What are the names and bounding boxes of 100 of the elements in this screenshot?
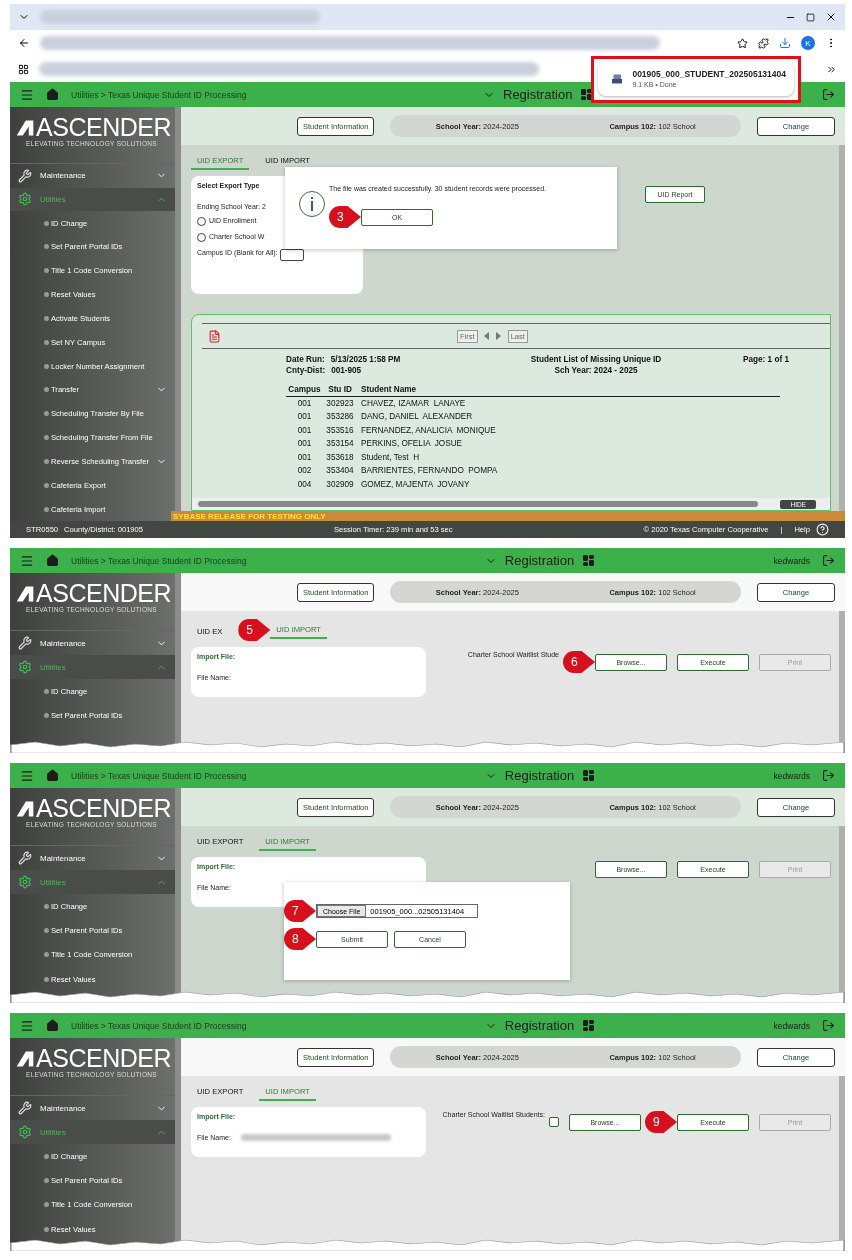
- column-header: Stu ID: [327, 384, 353, 394]
- table-cell-text: 353286: [325, 412, 355, 422]
- user-name: kedwards: [773, 770, 810, 781]
- help-icon[interactable]: [816, 523, 829, 536]
- logo-text: ASCENDER: [36, 796, 171, 821]
- step-marker: 5: [238, 619, 271, 641]
- step-marker: 7: [284, 900, 316, 922]
- table-cell-text: PERKINS, OFELIA JOSUE: [360, 439, 463, 449]
- table-cell-text: 001: [296, 412, 313, 422]
- checkbox[interactable]: [549, 1117, 559, 1127]
- logo-text: ASCENDER: [36, 581, 171, 606]
- next-icon[interactable]: [495, 332, 502, 340]
- profile-avatar[interactable]: K: [801, 36, 815, 50]
- report-title: Student List of Missing Unique ID: [529, 355, 663, 364]
- gear-icon: [18, 660, 32, 674]
- gear-icon: [18, 192, 32, 207]
- sidebar-section[interactable]: Utilities: [10, 187, 175, 212]
- sidebar-section[interactable]: Maintenance: [10, 631, 175, 655]
- table-cell-text: DANG, DANIEL ALEXANDER: [360, 412, 474, 422]
- sidebar-section[interactable]: Maintenance: [10, 1096, 175, 1120]
- radio-button[interactable]: [197, 233, 206, 242]
- table-cell-text: 002: [296, 466, 313, 476]
- logo-text: ASCENDER: [36, 1046, 171, 1071]
- table-cell-text: FERNANDEZ, ANALICIA MONIQUE: [360, 425, 497, 435]
- report-label: Cnty-Dist:: [286, 366, 326, 375]
- menu-icon[interactable]: [20, 553, 34, 568]
- gear-icon: [18, 875, 32, 889]
- step-marker: 3: [329, 206, 361, 228]
- sidebar-section[interactable]: Maintenance: [10, 164, 175, 188]
- wrench-icon: [18, 636, 32, 650]
- module-title[interactable]: Registration: [504, 553, 575, 568]
- table-cell-text: 353618: [325, 452, 355, 462]
- menu-icon[interactable]: [20, 1018, 34, 1033]
- home-icon[interactable]: [46, 769, 59, 782]
- logo-text: ASCENDER: [36, 115, 171, 140]
- file-icon: [612, 72, 623, 85]
- home-icon[interactable]: [46, 1019, 59, 1032]
- breadcrumb: Utilities > Texas Unique Student ID Processing: [71, 555, 247, 566]
- column-header: Student Name: [360, 384, 418, 394]
- dashboard-icon[interactable]: [580, 88, 594, 101]
- logout-icon[interactable]: [822, 88, 835, 101]
- wrench-icon: [18, 851, 32, 865]
- home-icon[interactable]: [46, 88, 59, 101]
- school-year: Sch Year: 2024 - 2025: [553, 366, 639, 375]
- close-icon[interactable]: [825, 11, 837, 23]
- breadcrumb: Utilities > Texas Unique Student ID Processing: [71, 770, 247, 781]
- download-file-name: 001905_000_STUDENT_202505131404: [632, 69, 786, 79]
- module-title[interactable]: Registration: [503, 87, 573, 102]
- table-cell-text: 004: [296, 479, 313, 489]
- column-header: Campus: [287, 384, 322, 394]
- table-cell-text: GOMEZ, MAJENTA JOVANY: [360, 479, 471, 489]
- home-icon[interactable]: [46, 554, 59, 567]
- extensions-icon[interactable]: [758, 37, 769, 49]
- dashboard-icon[interactable]: [582, 1019, 596, 1032]
- previous-icon[interactable]: [483, 332, 490, 340]
- pdf-icon[interactable]: [208, 329, 221, 343]
- radio-button[interactable]: [197, 217, 206, 226]
- table-cell-text: 302923: [325, 398, 355, 408]
- breadcrumb: Utilities > Texas Unique Student ID Processing: [71, 1020, 247, 1031]
- step-marker: 9: [645, 1111, 677, 1133]
- sidebar-section[interactable]: Maintenance: [10, 846, 175, 870]
- report-value: 001-905: [331, 366, 362, 375]
- sidebar-section[interactable]: Utilities: [10, 870, 175, 894]
- table-cell-text: 302909: [325, 479, 355, 489]
- sidebar-section[interactable]: Utilities: [10, 655, 175, 679]
- table-cell-text: 001: [296, 425, 313, 435]
- menu-icon[interactable]: [20, 768, 34, 783]
- back-icon[interactable]: [18, 37, 30, 49]
- logout-icon[interactable]: [822, 554, 835, 567]
- apps-icon[interactable]: [18, 63, 29, 75]
- breadcrumb: Utilities > Texas Unique Student ID Processing: [71, 89, 247, 100]
- table-cell-text: BARRIENTES, FERNANDO POMPA: [360, 466, 499, 476]
- report-value: 5/13/2025 1:58 PM: [330, 355, 401, 364]
- logout-icon[interactable]: [822, 1019, 835, 1032]
- report-label: Date Run:: [286, 355, 325, 364]
- user-name: kedwards: [773, 1020, 810, 1031]
- table-cell-text: 001: [296, 439, 313, 449]
- dashboard-icon[interactable]: [582, 769, 596, 782]
- module-title[interactable]: Registration: [504, 768, 575, 783]
- table-cell-text: 001: [296, 452, 313, 462]
- wrench-icon: [18, 168, 32, 183]
- menu-icon[interactable]: [20, 87, 34, 102]
- table-cell-text: 001: [296, 398, 313, 408]
- warning-banner: SYBASE RELEASE FOR TESTING ONLY: [171, 511, 845, 521]
- user-name: kedwards: [773, 555, 810, 566]
- sidebar-section[interactable]: Utilities: [10, 1120, 175, 1144]
- step-marker: 8: [284, 928, 316, 950]
- campus-id-field[interactable]: [279, 249, 304, 261]
- gear-icon: [18, 1125, 32, 1139]
- table-cell-text: 353404: [325, 466, 355, 476]
- wrench-icon: [18, 1101, 32, 1115]
- dashboard-icon[interactable]: [582, 554, 596, 567]
- download-icon[interactable]: [779, 37, 791, 49]
- maximize-icon[interactable]: [806, 12, 815, 22]
- module-title[interactable]: Registration: [504, 1018, 575, 1033]
- logout-icon[interactable]: [822, 769, 835, 782]
- page-number: Page: 1 of 1: [742, 355, 790, 364]
- table-cell-text: 353516: [325, 425, 355, 435]
- table-cell-text: Student, Test H: [360, 452, 421, 462]
- star-icon[interactable]: [737, 37, 748, 49]
